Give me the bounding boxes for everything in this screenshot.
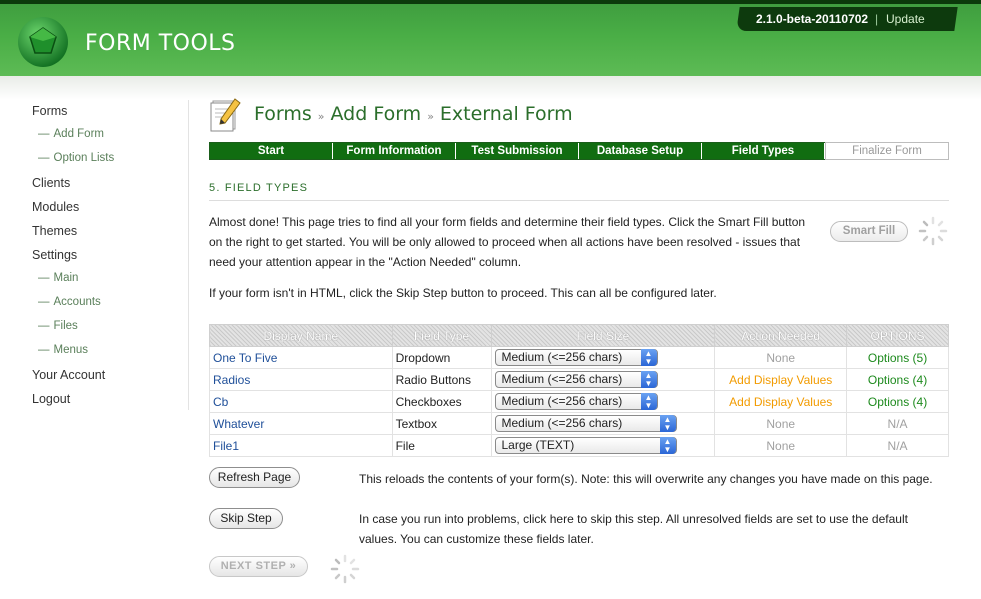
smart-fill-button[interactable]: Smart Fill bbox=[830, 221, 908, 242]
sidebar-item-forms[interactable]: Forms bbox=[32, 104, 67, 118]
field-size-select[interactable]: Large (TEXT) ▲ ▼ bbox=[494, 437, 677, 454]
field-size-cell: Medium (<=256 chars) ▲ ▼ bbox=[490, 368, 716, 391]
table-row: Whatever Textbox Medium (<=256 chars) ▲ ▼ … bbox=[209, 412, 949, 435]
col-action-needed: Action Needed bbox=[714, 324, 848, 347]
breadcrumb-separator: » bbox=[317, 110, 325, 123]
step-field-types: Field Types bbox=[702, 143, 825, 159]
section-title: 5. FIELD TYPES bbox=[209, 182, 309, 194]
progress-steps: Start Form Information Test Submission D… bbox=[209, 142, 949, 160]
breadcrumb-add-form[interactable]: Add Form bbox=[331, 103, 422, 125]
action-needed: None bbox=[714, 412, 848, 435]
sidebar-item-clients[interactable]: Clients bbox=[32, 176, 70, 190]
options-na: N/A bbox=[846, 434, 949, 457]
select-arrows-icon: ▲ ▼ bbox=[640, 371, 657, 388]
field-types-table: Display Name Field Type Field Size Actio… bbox=[209, 324, 949, 457]
version-label: 2.1.0-beta-20110702 bbox=[756, 12, 869, 26]
action-needed: None bbox=[714, 346, 848, 369]
field-display-name[interactable]: File1 bbox=[209, 434, 393, 457]
app-header: FORM TOOLS 2.1.0-beta-20110702 | Update bbox=[0, 0, 981, 76]
field-type: Checkboxes bbox=[391, 390, 492, 413]
select-arrows-icon: ▲ ▼ bbox=[659, 437, 676, 454]
field-type: Textbox bbox=[391, 412, 492, 435]
field-size-select[interactable]: Medium (<=256 chars) ▲ ▼ bbox=[494, 349, 658, 366]
app-name: FORM TOOLS bbox=[85, 31, 236, 56]
field-size-cell: Medium (<=256 chars) ▲ ▼ bbox=[490, 346, 716, 369]
skip-note: If your form isn't in HTML, click the Sk… bbox=[209, 286, 717, 300]
version-bar: 2.1.0-beta-20110702 | Update bbox=[736, 7, 958, 31]
update-link[interactable]: Update bbox=[886, 12, 925, 26]
options-link[interactable]: Options (5) bbox=[846, 346, 949, 369]
field-size-cell: Medium (<=256 chars) ▲ ▼ bbox=[490, 412, 716, 435]
col-options: OPTIONS bbox=[846, 324, 949, 347]
step-start: Start bbox=[210, 143, 333, 159]
field-display-name[interactable]: Cb bbox=[209, 390, 393, 413]
select-arrows-icon: ▲ ▼ bbox=[659, 415, 676, 432]
field-display-name[interactable]: One To Five bbox=[209, 346, 393, 369]
step-finalize-form: Finalize Form bbox=[825, 142, 949, 160]
version-separator: | bbox=[875, 12, 879, 26]
breadcrumb-external-form: External Form bbox=[439, 103, 573, 125]
step-test-submission: Test Submission bbox=[456, 143, 579, 159]
refresh-page-button[interactable]: Refresh Page bbox=[209, 467, 300, 488]
action-needed[interactable]: Add Display Values bbox=[714, 390, 848, 413]
sidebar-item-logout[interactable]: Logout bbox=[32, 392, 70, 406]
table-row: Cb Checkboxes Medium (<=256 chars) ▲ ▼ Add… bbox=[209, 390, 949, 413]
sidebar-item-option-lists[interactable]: — Option Lists bbox=[38, 152, 114, 164]
loading-spinner-icon bbox=[330, 554, 360, 584]
sidebar-item-files[interactable]: — Files bbox=[38, 320, 78, 332]
header-shadow bbox=[0, 76, 981, 100]
breadcrumb-forms[interactable]: Forms bbox=[254, 103, 312, 125]
breadcrumb-separator: » bbox=[427, 110, 434, 123]
add-form-icon bbox=[210, 98, 241, 132]
intro-text: Almost done! This page tries to find all… bbox=[209, 215, 806, 269]
skip-step-button[interactable]: Skip Step bbox=[209, 508, 283, 529]
field-size-select[interactable]: Medium (<=256 chars) ▲ ▼ bbox=[494, 415, 677, 432]
field-type: File bbox=[391, 434, 492, 457]
col-display-name: Display Name bbox=[209, 324, 393, 347]
sidebar-item-settings[interactable]: Settings bbox=[32, 248, 77, 262]
field-size-select[interactable]: Medium (<=256 chars) ▲ ▼ bbox=[494, 371, 658, 388]
sidebar: Forms — Add Form — Option Lists Clients Mo… bbox=[0, 100, 189, 410]
section-divider bbox=[209, 200, 949, 201]
select-arrows-icon: ▲ ▼ bbox=[640, 393, 657, 410]
options-link[interactable]: Options (4) bbox=[846, 390, 949, 413]
action-needed: None bbox=[714, 434, 848, 457]
sidebar-item-accounts[interactable]: — Accounts bbox=[38, 296, 101, 308]
field-size-select[interactable]: Medium (<=256 chars) ▲ ▼ bbox=[494, 393, 658, 410]
field-type: Radio Buttons bbox=[391, 368, 492, 391]
field-type: Dropdown bbox=[391, 346, 492, 369]
options-na: N/A bbox=[846, 412, 949, 435]
skip-description: In case you run into problems, click her… bbox=[359, 512, 908, 546]
field-size-cell: Medium (<=256 chars) ▲ ▼ bbox=[490, 390, 716, 413]
table-header-row: Display Name Field Type Field Size Actio… bbox=[209, 324, 949, 347]
options-link[interactable]: Options (4) bbox=[846, 368, 949, 391]
select-arrows-icon: ▲ ▼ bbox=[640, 349, 657, 366]
col-field-size: Field Size bbox=[490, 324, 716, 347]
breadcrumb: Forms » Add Form » External Form bbox=[254, 103, 573, 125]
action-needed[interactable]: Add Display Values bbox=[714, 368, 848, 391]
step-form-information: Form Information bbox=[333, 143, 456, 159]
field-display-name[interactable]: Radios bbox=[209, 368, 393, 391]
sidebar-item-themes[interactable]: Themes bbox=[32, 224, 77, 238]
col-field-type: Field Type bbox=[391, 324, 492, 347]
sidebar-item-your-account[interactable]: Your Account bbox=[32, 368, 105, 382]
table-row: One To Five Dropdown Medium (<=256 chars… bbox=[209, 346, 949, 369]
sidebar-item-main[interactable]: — Main bbox=[38, 272, 78, 284]
table-row: Radios Radio Buttons Medium (<=256 chars… bbox=[209, 368, 949, 391]
next-step-button[interactable]: NEXT STEP » bbox=[209, 556, 308, 577]
table-row: File1 File Large (TEXT) ▲ ▼ None N/A bbox=[209, 434, 949, 457]
form-tools-logo-icon bbox=[18, 17, 68, 67]
sidebar-item-menus[interactable]: — Menus bbox=[38, 344, 88, 356]
field-display-name[interactable]: Whatever bbox=[209, 412, 393, 435]
field-size-cell: Large (TEXT) ▲ ▼ bbox=[490, 434, 716, 457]
sidebar-item-add-form[interactable]: — Add Form bbox=[38, 128, 104, 140]
refresh-description: This reloads the contents of your form(s… bbox=[359, 472, 933, 486]
step-database-setup: Database Setup bbox=[579, 143, 702, 159]
sidebar-item-modules[interactable]: Modules bbox=[32, 200, 79, 214]
loading-spinner-icon bbox=[918, 216, 948, 246]
